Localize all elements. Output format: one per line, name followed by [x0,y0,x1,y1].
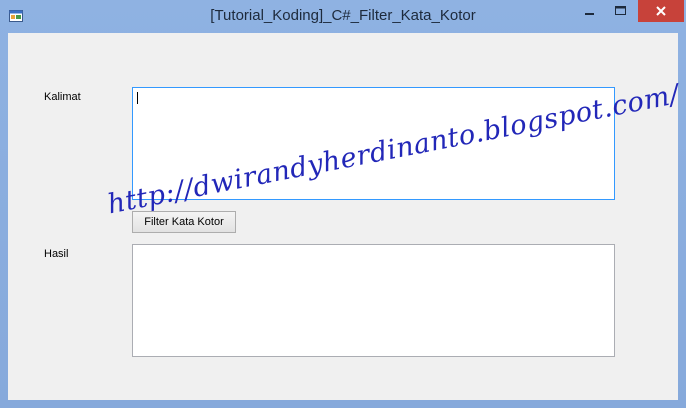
text-caret [137,92,138,104]
maximize-button[interactable] [605,0,635,22]
hasil-output[interactable] [132,244,615,357]
form-client-area: Kalimat Filter Kata Kotor Hasil [8,33,678,400]
minimize-icon [585,13,594,15]
filter-kata-kotor-button[interactable]: Filter Kata Kotor [132,211,236,233]
minimize-button[interactable] [575,0,605,22]
hasil-label: Hasil [44,248,69,260]
close-icon [656,6,666,16]
close-button[interactable] [638,0,684,22]
app-window: [Tutorial_Koding]_C#_Filter_Kata_Kotor K… [0,0,686,408]
title-bar[interactable]: [Tutorial_Koding]_C#_Filter_Kata_Kotor [0,0,686,33]
maximize-icon [614,6,626,15]
kalimat-label: Kalimat [44,91,81,103]
